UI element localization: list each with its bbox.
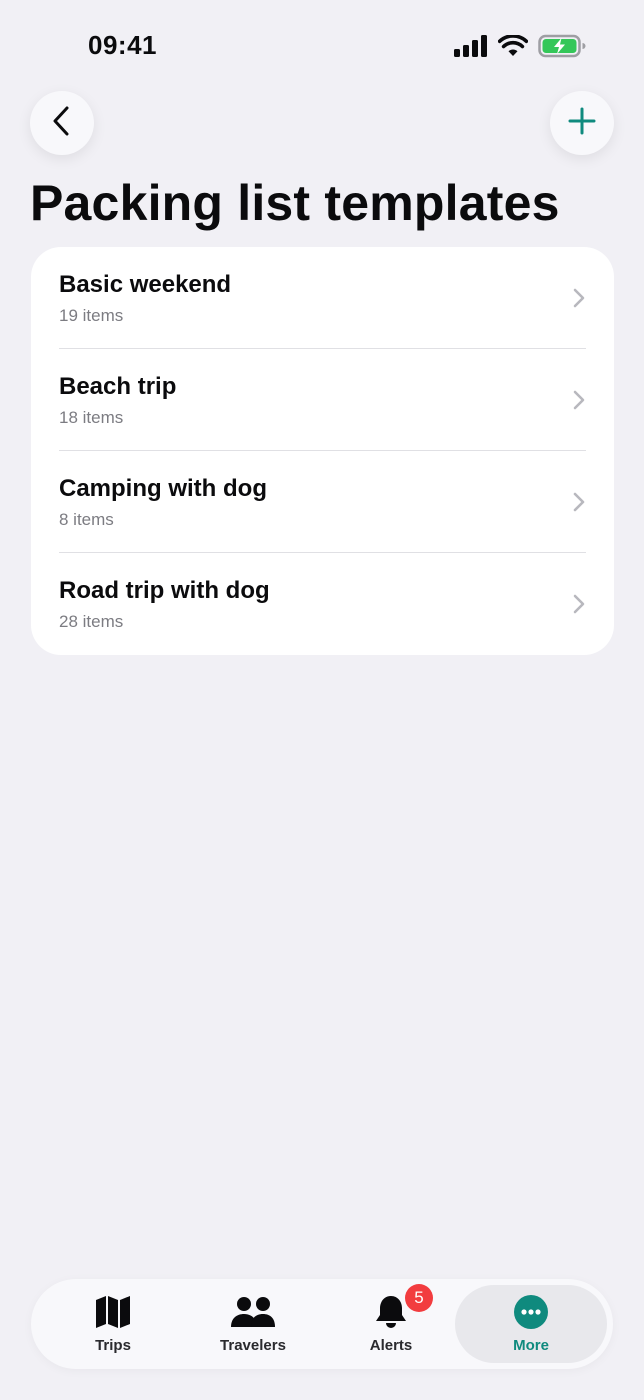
template-row-beach-trip[interactable]: Beach trip 18 items [31, 349, 614, 451]
chevron-left-icon [50, 105, 74, 142]
chevron-right-icon [572, 389, 586, 416]
tab-trips[interactable]: Trips [73, 1279, 153, 1369]
template-item-count: 18 items [59, 408, 124, 427]
back-button[interactable] [30, 91, 94, 155]
template-row-basic-weekend[interactable]: Basic weekend 19 items [31, 247, 614, 349]
template-item-count: 28 items [59, 612, 124, 631]
alerts-badge: 5 [405, 1284, 433, 1312]
battery-icon [538, 34, 586, 63]
tab-bar: Trips Travelers 5 Alerts More [31, 1279, 613, 1369]
chevron-right-icon [572, 287, 586, 314]
status-icons [454, 34, 586, 63]
tab-label: Travelers [220, 1337, 286, 1354]
tab-travelers[interactable]: Travelers [201, 1279, 305, 1369]
template-row-road-trip-with-dog[interactable]: Road trip with dog 28 items [31, 553, 614, 655]
template-title: Beach trip [59, 373, 177, 400]
bell-icon [374, 1294, 408, 1335]
wifi-icon [497, 34, 529, 62]
tab-more[interactable]: More [455, 1285, 607, 1363]
status-bar: 09:41 [0, 0, 644, 90]
tab-label: Alerts [369, 1337, 413, 1354]
tab-alerts[interactable]: 5 Alerts [351, 1279, 433, 1369]
template-title: Camping with dog [59, 475, 267, 502]
tab-label: Trips [95, 1337, 131, 1354]
people-icon [230, 1295, 276, 1334]
status-time: 09:41 [88, 30, 157, 60]
cellular-signal-icon [454, 35, 488, 62]
more-icon [513, 1294, 549, 1335]
chevron-right-icon [572, 593, 586, 620]
add-template-button[interactable] [550, 91, 614, 155]
template-item-count: 8 items [59, 510, 114, 529]
template-row-camping-with-dog[interactable]: Camping with dog 8 items [31, 451, 614, 553]
template-title: Basic weekend [59, 271, 232, 298]
chevron-right-icon [572, 491, 586, 518]
template-item-count: 19 items [59, 306, 124, 325]
tab-label: More [513, 1337, 549, 1354]
templates-list: Basic weekend 19 items Beach trip 18 ite… [31, 247, 614, 655]
template-title: Road trip with dog [59, 577, 270, 604]
map-icon [95, 1295, 131, 1334]
page-title: Packing list templates [30, 175, 560, 231]
plus-icon [568, 107, 596, 140]
